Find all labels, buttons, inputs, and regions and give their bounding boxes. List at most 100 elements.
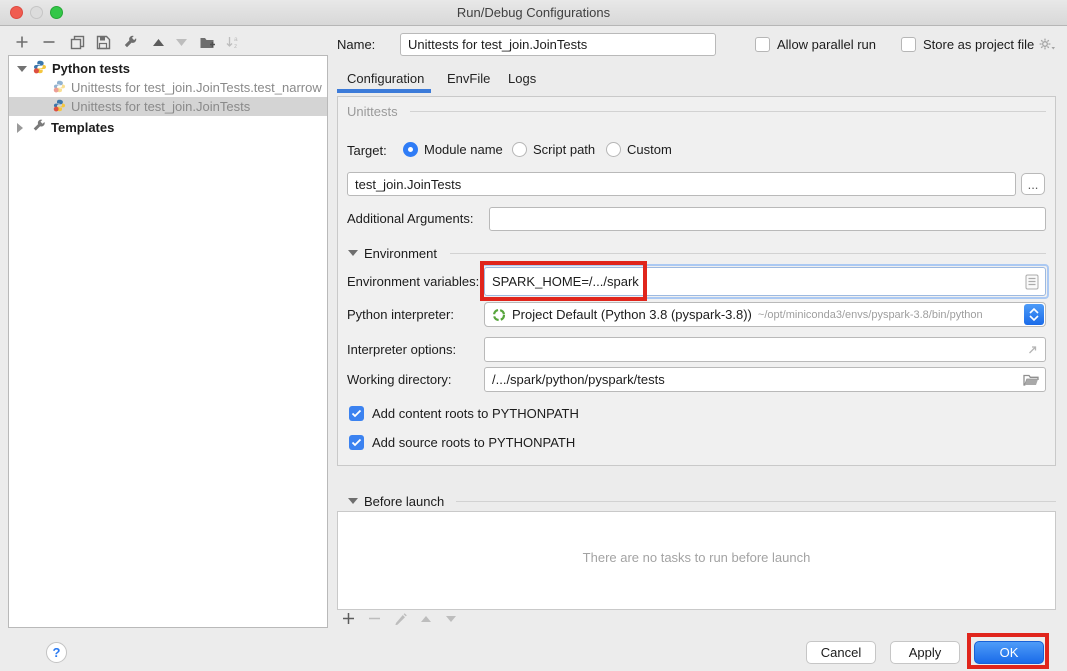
- folder-plus-icon: [199, 35, 215, 50]
- radio-custom[interactable]: Custom: [606, 142, 672, 157]
- unittests-group-title: Unittests: [347, 104, 398, 119]
- cancel-label: Cancel: [821, 645, 861, 660]
- gear-icon: [1038, 37, 1056, 53]
- before-launch-title: Before launch: [364, 494, 444, 509]
- radio-module-name-label: Module name: [424, 142, 503, 157]
- collapse-environment-icon[interactable]: [348, 250, 358, 256]
- annotation-red-box-ok-button: [967, 633, 1049, 669]
- apply-label: Apply: [909, 645, 942, 660]
- group-divider: [456, 501, 1056, 502]
- arrow-down-icon: [175, 36, 188, 49]
- additional-arguments-label: Additional Arguments:: [347, 211, 473, 226]
- folder-icon: [1023, 373, 1039, 386]
- store-settings-gear-button[interactable]: [1038, 37, 1056, 58]
- python-tests-icon: [33, 60, 47, 77]
- python-interpreter-select[interactable]: Project Default (Python 3.8 (pyspark-3.8…: [484, 302, 1046, 327]
- move-up-button[interactable]: [149, 33, 167, 51]
- allow-parallel-run-checkbox[interactable]: Allow parallel run: [755, 37, 876, 52]
- target-module-value: test_join.JoinTests: [355, 177, 461, 192]
- radio-script-path-label: Script path: [533, 142, 595, 157]
- python-interpreter-label: Python interpreter:: [347, 307, 454, 322]
- tree-item-unittests-narrow[interactable]: Unittests for test_join.JoinTests.test_n…: [9, 78, 327, 97]
- python-interpreter-path: ~/opt/miniconda3/envs/pyspark-3.8/bin/py…: [758, 309, 983, 321]
- move-task-down-button[interactable]: [445, 613, 457, 625]
- remove-task-button[interactable]: [368, 612, 381, 625]
- working-directory-label: Working directory:: [347, 372, 452, 387]
- radio-unselected-icon[interactable]: [512, 142, 527, 157]
- radio-script-path[interactable]: Script path: [512, 142, 595, 157]
- wrench-icon: [32, 119, 46, 133]
- checkbox-checked-icon[interactable]: [349, 406, 364, 421]
- working-directory-input[interactable]: /.../spark/python/pyspark/tests: [484, 367, 1046, 392]
- tab-logs[interactable]: Logs: [508, 71, 536, 86]
- move-task-up-button[interactable]: [420, 613, 432, 625]
- browse-target-button[interactable]: ...: [1021, 173, 1045, 195]
- sort-configurations-button[interactable]: az: [224, 33, 242, 51]
- chevron-down-icon[interactable]: [17, 66, 27, 72]
- variables-list-icon: [1025, 274, 1039, 290]
- python-test-icon: [53, 80, 66, 96]
- edit-templates-button[interactable]: [121, 33, 139, 51]
- store-as-project-file-label: Store as project file: [923, 37, 1034, 52]
- tree-item-templates[interactable]: Templates: [9, 118, 327, 137]
- radio-module-name[interactable]: Module name: [403, 142, 503, 157]
- task-toolbar: [342, 612, 457, 625]
- tab-envfile[interactable]: EnvFile: [447, 71, 490, 86]
- python-test-icon: [53, 99, 66, 115]
- copy-icon: [70, 35, 85, 50]
- add-configuration-button[interactable]: [13, 33, 31, 51]
- name-input[interactable]: Unittests for test_join.JoinTests: [400, 33, 716, 56]
- save-configuration-button[interactable]: [94, 33, 112, 51]
- checkbox-unchecked-icon[interactable]: [755, 37, 770, 52]
- new-folder-button[interactable]: [198, 33, 216, 51]
- collapse-before-launch-icon[interactable]: [348, 498, 358, 504]
- copy-configuration-button[interactable]: [68, 33, 86, 51]
- tree-item-unittests-jointests-selected[interactable]: Unittests for test_join.JoinTests: [9, 97, 327, 116]
- environment-group-title: Environment: [364, 246, 437, 261]
- edit-task-button[interactable]: [394, 612, 407, 625]
- run-debug-configurations-dialog: Run/Debug Configurations az Python tests: [0, 0, 1067, 671]
- name-value: Unittests for test_join.JoinTests: [408, 37, 587, 52]
- add-task-button[interactable]: [342, 612, 355, 625]
- tree-item-label: Unittests for test_join.JoinTests: [71, 99, 250, 114]
- interpreter-options-input[interactable]: [484, 337, 1046, 362]
- browse-folder-button[interactable]: [1023, 373, 1039, 386]
- tab-configuration[interactable]: Configuration: [347, 71, 424, 86]
- checkbox-unchecked-icon[interactable]: [901, 37, 916, 52]
- expand-field-button[interactable]: [1026, 343, 1039, 356]
- tree-item-label: Python tests: [52, 61, 130, 76]
- group-divider: [410, 111, 1046, 112]
- expand-icon: [1026, 343, 1039, 356]
- group-divider: [450, 253, 1046, 254]
- target-module-input[interactable]: test_join.JoinTests: [347, 172, 1016, 196]
- store-as-project-file-checkbox[interactable]: Store as project file: [901, 37, 1034, 52]
- templates-wrench-icon: [32, 119, 46, 136]
- tree-item-python-tests[interactable]: Python tests: [9, 59, 327, 78]
- environment-variables-label: Environment variables:: [347, 274, 479, 289]
- additional-arguments-input[interactable]: [489, 207, 1046, 231]
- dropdown-stepper-icon[interactable]: [1024, 304, 1044, 325]
- svg-text:z: z: [234, 43, 237, 50]
- conda-env-icon: [492, 308, 506, 322]
- add-source-roots-label: Add source roots to PYTHONPATH: [372, 435, 575, 450]
- tree-item-label: Unittests for test_join.JoinTests.test_n…: [71, 80, 322, 95]
- help-button[interactable]: ?: [46, 642, 67, 663]
- chevron-right-icon[interactable]: [17, 123, 23, 133]
- add-source-roots-checkbox[interactable]: Add source roots to PYTHONPATH: [349, 435, 575, 450]
- apply-button[interactable]: Apply: [890, 641, 960, 664]
- cancel-button[interactable]: Cancel: [806, 641, 876, 664]
- checkbox-checked-icon[interactable]: [349, 435, 364, 450]
- add-content-roots-checkbox[interactable]: Add content roots to PYTHONPATH: [349, 406, 579, 421]
- move-down-button[interactable]: [172, 33, 190, 51]
- remove-configuration-button[interactable]: [40, 33, 58, 51]
- svg-text:a: a: [234, 36, 238, 43]
- target-label: Target:: [347, 143, 387, 158]
- edit-variables-button[interactable]: [1025, 274, 1039, 290]
- working-directory-value: /.../spark/python/pyspark/tests: [492, 372, 665, 387]
- radio-selected-icon[interactable]: [403, 142, 418, 157]
- allow-parallel-run-label: Allow parallel run: [777, 37, 876, 52]
- annotation-red-box-environment-variables: [480, 261, 647, 301]
- wrench-icon: [123, 35, 138, 50]
- plus-icon: [15, 35, 29, 49]
- radio-unselected-icon[interactable]: [606, 142, 621, 157]
